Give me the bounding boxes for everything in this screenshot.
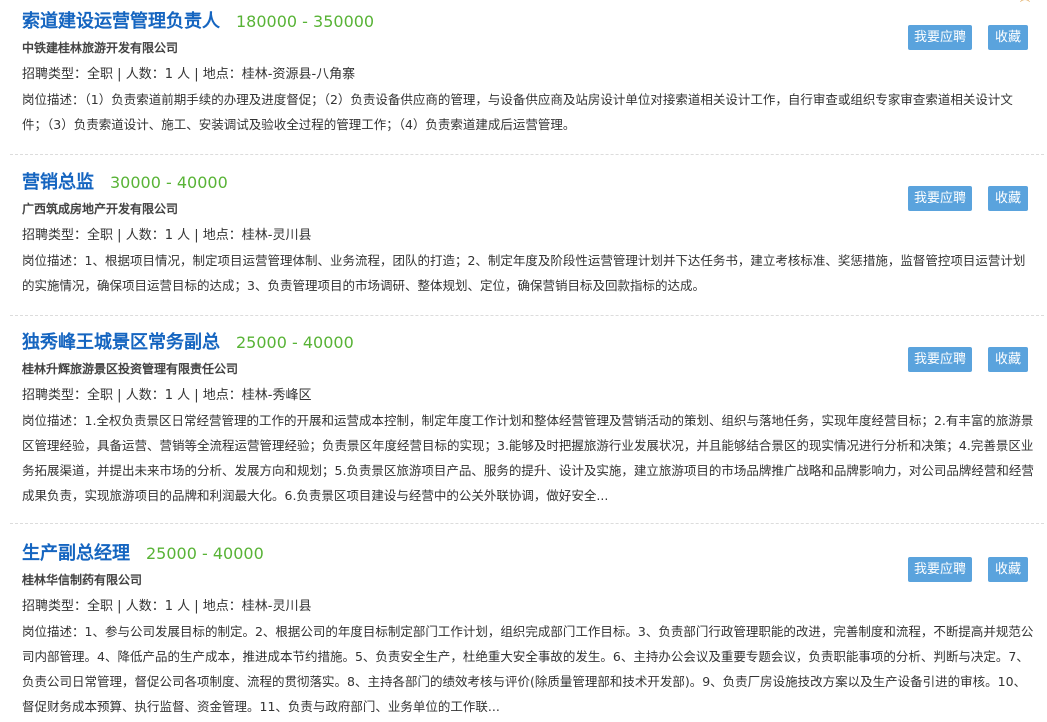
type-label: 招聘类型： bbox=[22, 67, 88, 82]
save-button[interactable]: 收藏 bbox=[988, 347, 1028, 372]
job-meta: 招聘类型：全职 | 人数：1 人 | 地点：桂林-灵川县 bbox=[22, 228, 312, 243]
job-count: 1 人 bbox=[164, 228, 191, 243]
type-label: 招聘类型： bbox=[22, 388, 88, 403]
job-location: 桂林-资源县-八角寨 bbox=[241, 67, 356, 82]
count-label: 人数： bbox=[125, 67, 165, 82]
job-meta: 招聘类型：全职 | 人数：1 人 | 地点：桂林-资源县-八角寨 bbox=[22, 67, 356, 82]
job-title-link[interactable]: 生产副总经理 bbox=[22, 543, 130, 564]
apply-button[interactable]: 我要应聘 bbox=[908, 186, 972, 211]
type-label: 招聘类型： bbox=[22, 599, 88, 614]
desc-text: 1、根据项目情况，制定项目运营管理体制、业务流程，团队的打造；2、制定年度及阶段… bbox=[22, 253, 1026, 293]
job-salary: 30000 - 40000 bbox=[110, 173, 228, 192]
desc-text: 1、参与公司发展目标的制定。2、根据公司的年度目标制定部门工作计划，组织完成部门… bbox=[22, 624, 1034, 714]
job-salary: 25000 - 40000 bbox=[236, 333, 354, 352]
job-description: 岗位描述：1、参与公司发展目标的制定。2、根据公司的年度目标制定部门工作计划，组… bbox=[22, 619, 1037, 719]
company-name: 桂林华信制药有限公司 bbox=[22, 573, 143, 587]
company-name: 中铁建桂林旅游开发有限公司 bbox=[22, 41, 179, 55]
job-location: 桂林-灵川县 bbox=[241, 599, 312, 614]
job-listing: 独秀峰王城景区常务副总 25000 - 40000 桂林升辉旅游景区投资管理有限责… bbox=[10, 331, 1044, 524]
job-salary: 180000 - 350000 bbox=[236, 12, 375, 31]
count-label: 人数： bbox=[125, 599, 165, 614]
job-title-link[interactable]: 营销总监 bbox=[22, 172, 94, 193]
job-count: 1 人 bbox=[164, 67, 191, 82]
location-label: 地点： bbox=[202, 228, 242, 243]
company-name: 广西筑成房地产开发有限公司 bbox=[22, 202, 179, 216]
apply-button[interactable]: 我要应聘 bbox=[908, 557, 972, 582]
job-type: 全职 bbox=[87, 228, 114, 243]
job-meta: 招聘类型：全职 | 人数：1 人 | 地点：桂林-灵川县 bbox=[22, 599, 312, 614]
desc-text: 1.全权负责景区日常经营管理的工作的开展和运营成本控制，制定年度工作计划和整体经… bbox=[22, 413, 1034, 503]
job-title-link[interactable]: 索道建设运营管理负责人 bbox=[22, 11, 220, 32]
job-salary: 25000 - 40000 bbox=[146, 544, 264, 563]
title-line: 独秀峰王城景区常务副总 25000 - 40000 bbox=[22, 331, 354, 355]
location-label: 地点： bbox=[202, 388, 242, 403]
job-description: 岗位描述：1.全权负责景区日常经营管理的工作的开展和运营成本控制，制定年度工作计… bbox=[22, 408, 1037, 508]
job-type: 全职 bbox=[87, 67, 114, 82]
save-button[interactable]: 收藏 bbox=[988, 186, 1028, 211]
job-listing: 生产副总经理 25000 - 40000 桂林华信制药有限公司 招聘类型：全职 |… bbox=[10, 542, 1044, 722]
title-line: 营销总监 30000 - 40000 bbox=[22, 171, 228, 195]
save-button[interactable]: 收藏 bbox=[988, 25, 1028, 50]
job-listing: 营销总监 30000 - 40000 广西筑成房地产开发有限公司 招聘类型：全职 … bbox=[10, 171, 1044, 316]
job-type: 全职 bbox=[87, 599, 114, 614]
apply-button[interactable]: 我要应聘 bbox=[908, 347, 972, 372]
job-location: 桂林-秀峰区 bbox=[241, 388, 312, 403]
job-type: 全职 bbox=[87, 388, 114, 403]
desc-label: 岗位描述： bbox=[22, 624, 85, 639]
job-location: 桂林-灵川县 bbox=[241, 228, 312, 243]
location-label: 地点： bbox=[202, 599, 242, 614]
desc-label: 岗位描述： bbox=[22, 413, 85, 428]
type-label: 招聘类型： bbox=[22, 228, 88, 243]
desc-label: 岗位描述： bbox=[22, 253, 85, 268]
job-listing: 索道建设运营管理负责人 180000 - 350000 中铁建桂林旅游开发有限公司… bbox=[10, 10, 1044, 155]
title-line: 生产副总经理 25000 - 40000 bbox=[22, 542, 264, 566]
company-name: 桂林升辉旅游景区投资管理有限责任公司 bbox=[22, 362, 239, 376]
job-meta: 招聘类型：全职 | 人数：1 人 | 地点：桂林-秀峰区 bbox=[22, 388, 312, 403]
job-description: 岗位描述：1、根据项目情况，制定项目运营管理体制、业务流程，团队的打造；2、制定… bbox=[22, 248, 1037, 298]
desc-text: （1）负责索道前期手续的办理及进度督促；（2）负责设备供应商的管理，与设备供应商… bbox=[22, 92, 1013, 132]
job-count: 1 人 bbox=[164, 388, 191, 403]
title-line: 索道建设运营管理负责人 180000 - 350000 bbox=[22, 10, 374, 34]
job-title-link[interactable]: 独秀峰王城景区常务副总 bbox=[22, 332, 220, 353]
count-label: 人数： bbox=[125, 388, 165, 403]
save-button[interactable]: 收藏 bbox=[988, 557, 1028, 582]
job-description: 岗位描述：（1）负责索道前期手续的办理及进度督促；（2）负责设备供应商的管理，与… bbox=[22, 87, 1037, 137]
count-label: 人数： bbox=[125, 228, 165, 243]
job-count: 1 人 bbox=[164, 599, 191, 614]
desc-label: 岗位描述： bbox=[22, 92, 85, 107]
location-label: 地点： bbox=[202, 67, 242, 82]
apply-button[interactable]: 我要应聘 bbox=[908, 25, 972, 50]
